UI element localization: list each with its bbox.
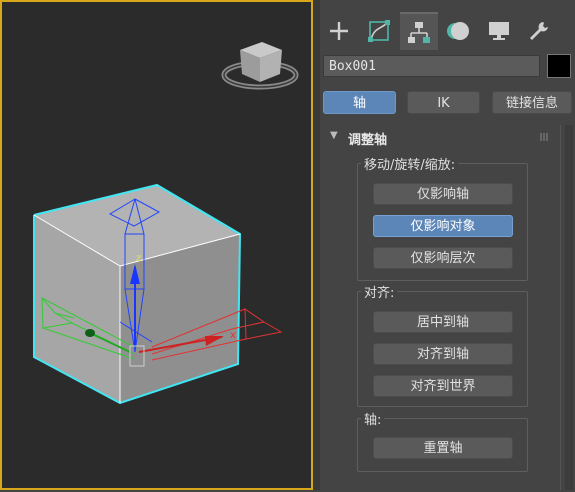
move-group-label: 移动/旋转/缩放: <box>361 154 459 173</box>
tab-utilities[interactable] <box>520 12 558 50</box>
command-panel-tabs <box>320 12 575 50</box>
alignment-group: 对齐: 居中到轴 对齐到轴 对齐到世界 <box>357 282 528 407</box>
subtab-link-info[interactable]: 链接信息 <box>492 91 572 114</box>
modify-curve-icon <box>368 20 390 42</box>
rollout-grip-icon <box>540 133 548 141</box>
tab-hierarchy[interactable] <box>400 12 438 50</box>
pivot-group-label: 轴: <box>361 409 385 428</box>
align-to-pivot-button[interactable]: 对齐到轴 <box>373 343 513 365</box>
motion-icon <box>447 22 469 40</box>
perspective-viewport[interactable]: z x <box>0 0 313 490</box>
object-name-field[interactable] <box>323 55 540 77</box>
plus-icon <box>330 22 348 40</box>
center-to-pivot-button[interactable]: 居中到轴 <box>373 311 513 333</box>
monitor-icon <box>489 22 509 40</box>
rollout-title: 调整轴 <box>348 133 388 148</box>
tab-create[interactable] <box>320 12 358 50</box>
reset-pivot-button[interactable]: 重置轴 <box>373 437 513 459</box>
align-group-label: 对齐: <box>361 282 398 301</box>
affect-hierarchy-only-button[interactable]: 仅影响层次 <box>373 247 513 269</box>
panel-splitter[interactable] <box>313 0 320 490</box>
viewcube-icon[interactable] <box>221 42 299 90</box>
adjust-pivot-rollout: ▼ 调整轴 移动/旋转/缩放: 仅影响轴 仅影响对象 仅影响层次 对齐: 居中到… <box>322 125 561 490</box>
tab-motion[interactable] <box>440 12 478 50</box>
affect-object-only-button[interactable]: 仅影响对象 <box>373 215 513 237</box>
tab-modify[interactable] <box>360 12 398 50</box>
collapse-triangle-icon[interactable]: ▼ <box>330 130 338 141</box>
affect-pivot-only-button[interactable]: 仅影响轴 <box>373 183 513 205</box>
subtab-ik[interactable]: IK <box>407 91 480 114</box>
tab-display[interactable] <box>480 12 518 50</box>
rollout-header[interactable]: ▼ 调整轴 <box>322 129 560 148</box>
pivot-group: 轴: 重置轴 <box>357 409 528 472</box>
panel-scrollbar[interactable] <box>565 125 573 490</box>
subtab-pivot[interactable]: 轴 <box>323 91 396 114</box>
viewport-scene: z x <box>33 42 299 405</box>
hierarchy-icon <box>408 22 430 43</box>
align-to-world-button[interactable]: 对齐到世界 <box>373 375 513 397</box>
move-rotate-scale-group: 移动/旋转/缩放: 仅影响轴 仅影响对象 仅影响层次 <box>357 154 528 281</box>
object-color-swatch[interactable] <box>547 54 571 78</box>
wrench-icon <box>530 22 548 40</box>
command-panel: 轴 IK 链接信息 ▼ 调整轴 移动/旋转/缩放: 仅影响轴 仅影响对象 仅影响… <box>320 0 575 490</box>
gizmo-z-label: z <box>136 253 141 264</box>
gizmo-x-label: x <box>230 330 236 341</box>
